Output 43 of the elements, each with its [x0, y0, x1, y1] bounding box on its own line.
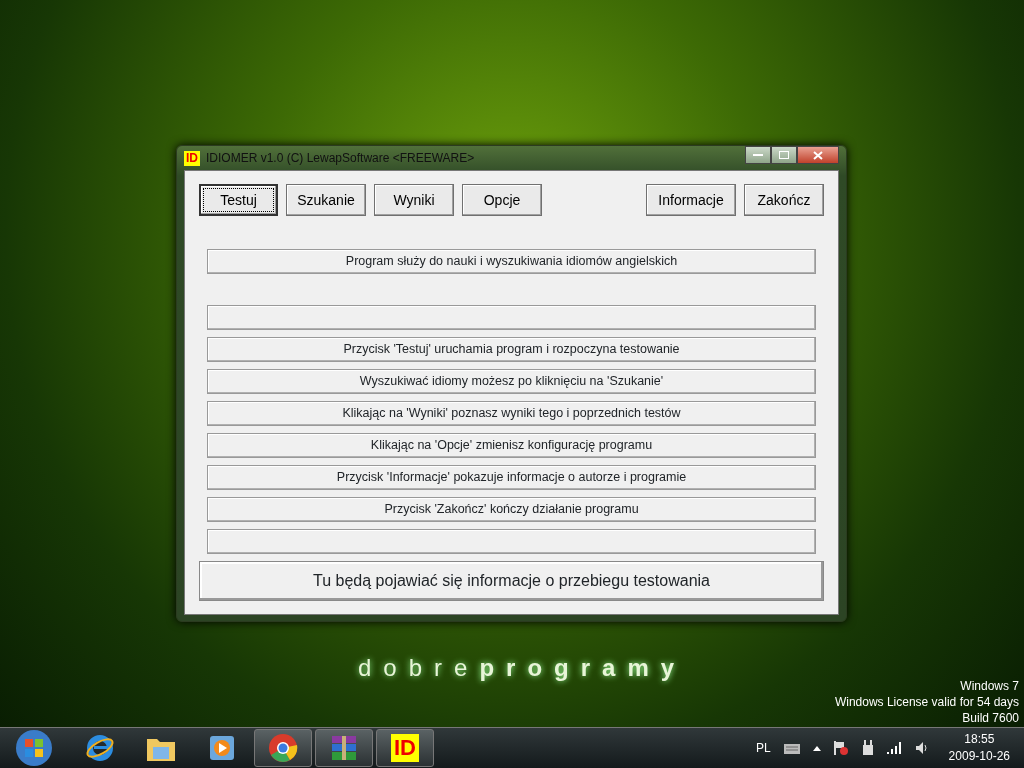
os-notice-text: Windows 7 [959, 678, 1019, 694]
browser-e-icon [85, 733, 115, 763]
toolbar-button[interactable]: Wyniki [374, 184, 454, 216]
minimize-button[interactable] [745, 146, 771, 164]
toolbar-button[interactable]: Szukanie [286, 184, 366, 216]
minimize-icon [753, 153, 763, 157]
start-button[interactable] [15, 729, 53, 767]
books-stack-icon [329, 734, 359, 762]
info-bar: Przycisk 'Zakończ' kończy działanie programu [207, 497, 816, 522]
speaker-icon[interactable] [914, 741, 929, 755]
taskbar-app-button[interactable] [315, 729, 373, 767]
os-notice-text: Build 7600 [961, 710, 1019, 726]
toolbar-button[interactable]: Zakończ [744, 184, 824, 216]
window-title: IDIOMER v1.0 (C) LewapSoftware <FREEWARE> [206, 150, 475, 167]
toolbar-button[interactable]: Opcje [462, 184, 542, 216]
clock-time[interactable]: 18:55 [948, 731, 1010, 748]
headline-bar: Program służy do nauki i wyszukiwania idiomów angielskich [207, 249, 816, 274]
info-bar: Klikając na 'Wyniki' poznasz wyniki tego i poprzednich testów [207, 401, 816, 426]
power-plug-icon[interactable] [860, 740, 875, 756]
info-bar: Przycisk 'Testuj' uruchamia program i rozpoczyna testowanie [207, 337, 816, 362]
os-notice-text: Windows License valid for 54 days [834, 694, 1019, 710]
taskbar-app-button[interactable]: ID [376, 729, 434, 767]
app-badge-icon: ID [184, 150, 200, 166]
maximize-icon [779, 151, 789, 159]
toolbar-button[interactable]: Informacje [646, 184, 736, 216]
status-bar: Tu będą pojawiać się informacje o przebiegu testowania [199, 561, 824, 601]
info-bar: Klikając na 'Opcje' zmienisz konfigurację programu [207, 433, 816, 458]
wallpaper-logo: dobre programy [358, 653, 687, 683]
clock-date[interactable]: 2009-10-26 [948, 748, 1010, 765]
up-arrow-icon[interactable] [812, 745, 821, 751]
taskbar-app-button[interactable] [254, 729, 312, 767]
close-icon [813, 150, 823, 160]
close-button[interactable] [797, 146, 839, 164]
toolbar-button[interactable]: Testuj [199, 184, 278, 216]
info-bar: Przycisk 'Informacje' pokazuje informacje o autorze i programie [207, 465, 816, 490]
keyboard-icon[interactable] [782, 741, 801, 755]
maximize-button[interactable] [771, 146, 797, 164]
info-bar: Wyszukiwać idiomy możesz po kliknięciu na 'Szukanie' [207, 369, 816, 394]
language-indicator[interactable]: PL [755, 739, 771, 757]
flag-error-icon[interactable] [832, 740, 849, 756]
chrome-ball-icon [268, 733, 298, 763]
play-icon [209, 735, 235, 761]
signal-bars-icon[interactable] [886, 742, 903, 754]
